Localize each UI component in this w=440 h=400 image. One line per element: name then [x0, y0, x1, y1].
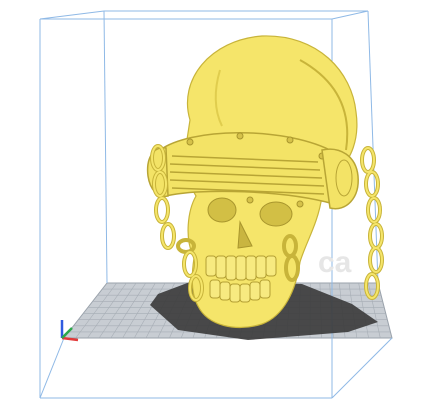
build-volume-front	[39, 337, 393, 399]
3d-viewport[interactable]: ca	[0, 0, 440, 400]
left-eye-socket	[207, 197, 237, 223]
right-eye-socket	[259, 201, 293, 227]
watermark-text: ca	[318, 246, 352, 279]
